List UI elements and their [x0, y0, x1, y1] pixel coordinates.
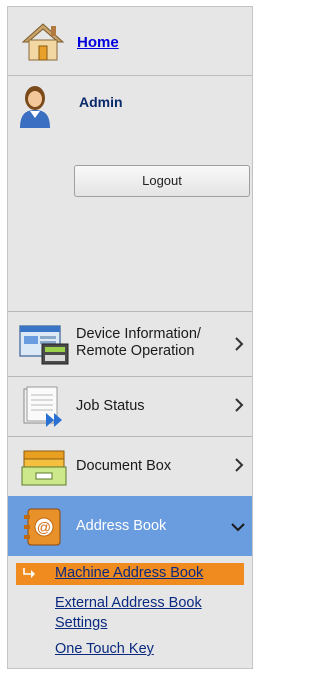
arrow-right-icon — [23, 568, 35, 578]
nav-label-line2: Remote Operation — [76, 343, 195, 359]
nav-label-line1: Device Information/ — [76, 326, 201, 342]
nav-item-device-information[interactable]: Device Information/ Remote Operation — [8, 311, 252, 376]
chevron-right-icon — [235, 458, 244, 472]
nav-label-job-status: Job Status — [76, 398, 145, 414]
house-icon[interactable] — [21, 22, 65, 62]
svg-text:@: @ — [37, 519, 51, 535]
chevron-right-icon — [235, 398, 244, 412]
home-link[interactable]: Home — [77, 34, 119, 51]
nav-item-address-book[interactable]: @ Address Book — [8, 496, 252, 556]
submenu-one-touch-key[interactable]: One Touch Key — [55, 641, 154, 657]
nav-label-document-box: Document Box — [76, 458, 172, 474]
nav-item-document-box[interactable]: Document Box — [8, 436, 252, 496]
user-name: Admin — [79, 94, 123, 110]
user-avatar-icon — [20, 86, 50, 128]
chevron-down-icon — [231, 523, 245, 532]
chevron-right-icon — [235, 337, 244, 351]
submenu-external-address-book-settings[interactable]: External Address Book Settings — [55, 593, 202, 633]
submenu-machine-address-book[interactable]: Machine Address Book — [55, 565, 203, 581]
nav-item-job-status[interactable]: Job Status — [8, 376, 252, 436]
sidebar: Home Admin Logout Device Information/ Re… — [7, 6, 253, 669]
device-info-icon — [19, 325, 69, 365]
submenu-label-line2: Settings — [55, 615, 108, 631]
job-status-icon — [23, 386, 62, 427]
home-row: Home — [8, 7, 252, 76]
logout-button[interactable]: Logout — [74, 165, 250, 197]
submenu-label-line1: External Address Book — [55, 595, 202, 611]
document-box-icon — [21, 450, 67, 486]
address-book-icon: @ — [24, 508, 61, 546]
nav-label-address-book: Address Book — [76, 518, 167, 534]
nav-label-device-information: Device Information/ Remote Operation — [76, 326, 201, 360]
